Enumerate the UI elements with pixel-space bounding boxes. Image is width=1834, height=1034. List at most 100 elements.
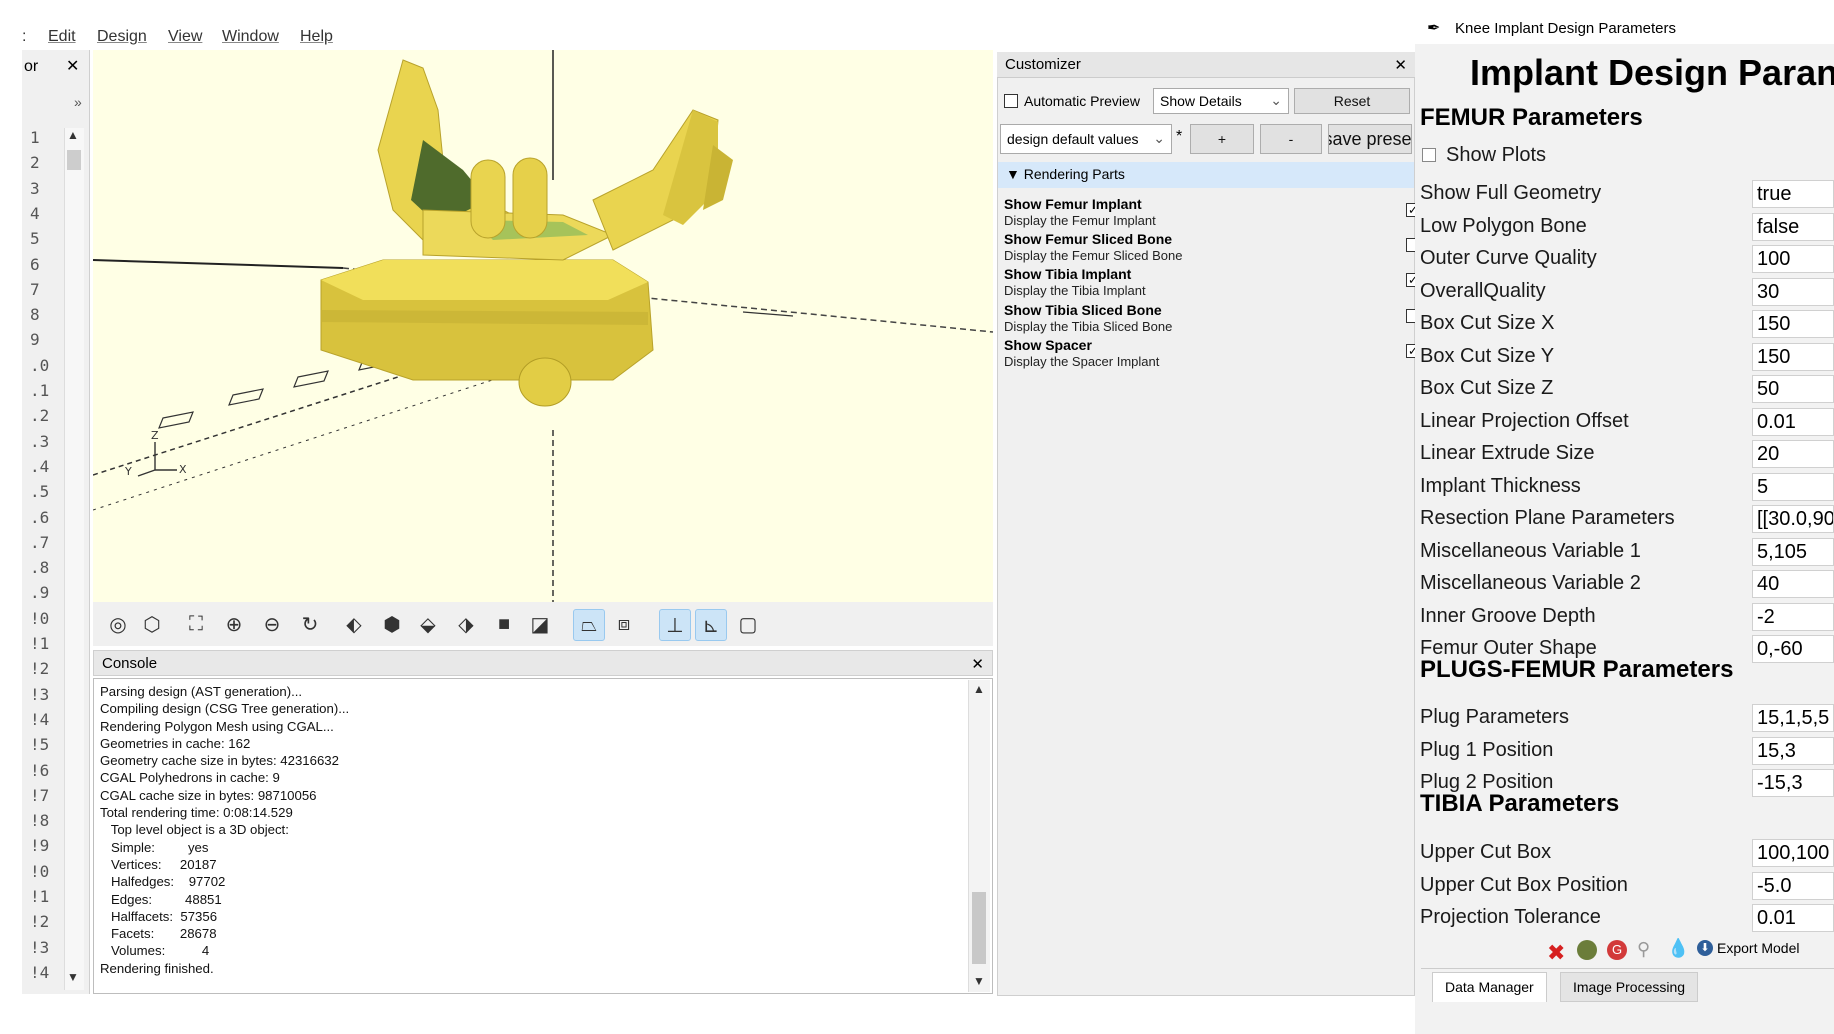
show-plots-label: Show Plots <box>1446 144 1547 166</box>
param-value-field[interactable]: 5,105 <box>1752 537 1834 566</box>
add-preset-button[interactable]: + <box>1190 124 1254 154</box>
param-label: Outer Curve Quality <box>1420 247 1597 269</box>
drop-icon[interactable]: 💧 <box>1667 938 1689 959</box>
save-preset-button[interactable]: save preset <box>1328 124 1412 154</box>
rendering-parts-group[interactable]: ▼ Rendering Parts <box>998 162 1414 188</box>
scroll-up-icon[interactable]: ▲ <box>67 128 81 142</box>
line-number: !2 <box>30 659 50 679</box>
search-icon[interactable]: ⚲ <box>1637 939 1650 960</box>
param-label: Upper Cut Box Position <box>1420 873 1628 896</box>
editor-collapse-icon[interactable]: » <box>74 94 82 110</box>
editor-scrollbar[interactable]: ▲ ▼ <box>64 128 84 990</box>
show-axes-icon[interactable]: ⊥ <box>659 609 691 641</box>
axis-label-x: X <box>179 463 187 476</box>
param-value-field[interactable]: 5 <box>1752 472 1834 501</box>
globe-icon[interactable] <box>1577 940 1597 960</box>
menu-window[interactable]: Window <box>222 28 279 46</box>
delete-icon[interactable]: ✖ <box>1547 940 1565 966</box>
console-close-icon[interactable]: ✕ <box>971 655 984 673</box>
render-icon[interactable]: ⬡ <box>137 609 167 639</box>
param-value-field[interactable]: 0.01 <box>1752 407 1834 436</box>
console-line: Geometry cache size in bytes: 42316632 <box>100 753 339 769</box>
show-details-select[interactable]: Show Details ⌄ <box>1153 88 1289 114</box>
option-title: Show Femur Sliced Bone <box>1004 231 1173 248</box>
param-label: Plug 1 Position <box>1420 738 1554 761</box>
x-axis-neg <box>93 259 344 269</box>
param-value-field[interactable]: 150 <box>1752 342 1834 371</box>
option-title: Show Spacer <box>1004 336 1092 353</box>
reset-button[interactable]: Reset <box>1294 88 1410 114</box>
show-plots-checkbox[interactable] <box>1422 148 1436 162</box>
3d-viewport[interactable]: Z Y X <box>93 50 993 602</box>
line-number: !4 <box>30 709 50 729</box>
line-number: .5 <box>30 482 50 502</box>
show-edges-icon[interactable]: ▢ <box>733 609 763 639</box>
parameters-titlebar: ✒ Knee Implant Design Parameters <box>1415 12 1834 44</box>
param-value-field[interactable]: -15,3 <box>1752 769 1834 797</box>
refresh-icon[interactable]: G <box>1607 940 1627 960</box>
view-right-icon[interactable]: ⬖ <box>339 609 369 639</box>
preset-select[interactable]: design default values ⌄ <box>1000 124 1172 154</box>
auto-preview-checkbox[interactable] <box>1004 94 1018 108</box>
param-value-field[interactable]: false <box>1752 212 1834 241</box>
menu-edit[interactable]: Edit <box>48 28 76 46</box>
menu-design[interactable]: Design <box>97 28 147 46</box>
perspective-icon[interactable]: ⏢ <box>573 609 605 641</box>
menu-view[interactable]: View <box>168 28 202 46</box>
orthogonal-icon[interactable]: ⧈ <box>609 609 639 639</box>
customizer-close-icon[interactable]: ✕ <box>1394 56 1407 74</box>
line-number: .6 <box>30 507 50 527</box>
tab-image-processing[interactable]: Image Processing <box>1560 972 1699 1002</box>
param-value-field[interactable]: 20 <box>1752 440 1834 468</box>
line-number: !6 <box>30 760 50 780</box>
view-all-icon[interactable]: ⛶ <box>181 609 211 639</box>
zoom-in-icon[interactable]: ⊕ <box>219 609 249 639</box>
scroll-down-icon[interactable]: ▼ <box>973 974 985 988</box>
editor-close-icon[interactable]: ✕ <box>66 56 79 76</box>
remove-preset-button[interactable]: - <box>1260 124 1322 154</box>
param-value-field[interactable]: -2 <box>1752 602 1834 631</box>
tab-data-manager[interactable]: Data Manager <box>1432 972 1547 1002</box>
param-value-field[interactable]: 15,3 <box>1752 736 1834 765</box>
view-bottom-icon[interactable]: ⬙ <box>413 609 443 639</box>
param-value-field[interactable]: 15,1,5,5 <box>1752 704 1834 732</box>
customizer-title: Customizer <box>1005 56 1081 73</box>
menu-file-fragment[interactable]: : <box>22 28 26 46</box>
scroll-down-icon[interactable]: ▼ <box>67 970 81 984</box>
param-value-field[interactable]: 50 <box>1752 375 1834 403</box>
param-value-field[interactable]: true <box>1752 180 1834 208</box>
preview-icon[interactable]: ◎ <box>103 609 133 639</box>
console-title: Console <box>102 655 158 672</box>
param-value-field[interactable]: 0,-60 <box>1752 635 1834 663</box>
preset-value: design default values <box>1007 131 1139 147</box>
line-number: !0 <box>30 608 50 628</box>
param-value-field[interactable]: 100 <box>1752 245 1834 273</box>
param-value-field[interactable]: 40 <box>1752 570 1834 598</box>
axis-indicator <box>137 442 177 477</box>
zoom-out-icon[interactable]: ⊖ <box>257 609 287 639</box>
reset-view-icon[interactable]: ↻ <box>295 609 325 639</box>
show-scale-icon[interactable]: ⊾ <box>695 609 727 641</box>
option-description: Display the Femur Implant <box>1004 213 1156 228</box>
customizer-panel <box>997 52 1415 996</box>
auto-preview-label: Automatic Preview <box>1024 93 1140 109</box>
param-value-field[interactable]: 0.01 <box>1752 904 1834 932</box>
view-left-icon[interactable]: ⬗ <box>451 609 481 639</box>
console-line: Vertices: 20187 <box>100 856 217 872</box>
view-front-icon[interactable]: ■ <box>489 609 519 639</box>
param-value-field[interactable]: 30 <box>1752 277 1834 306</box>
menu-help[interactable]: Help <box>300 28 333 46</box>
console-scrollbar[interactable]: ▲ ▼ <box>968 680 990 992</box>
export-model-button[interactable]: Export Model <box>1717 940 1799 956</box>
param-value-field[interactable]: 100,100 <box>1752 839 1834 867</box>
view-back-icon[interactable]: ◪ <box>525 609 555 639</box>
tibia-keel <box>518 357 572 407</box>
scroll-up-icon[interactable]: ▲ <box>973 682 985 696</box>
param-value-field[interactable]: [[30.0,90 <box>1752 505 1834 533</box>
scroll-thumb[interactable] <box>67 150 81 170</box>
scroll-thumb[interactable] <box>972 892 986 964</box>
femur-peg-1 <box>470 159 506 239</box>
param-value-field[interactable]: -5.0 <box>1752 871 1834 900</box>
view-top-icon[interactable]: ⬢ <box>377 609 407 639</box>
param-value-field[interactable]: 150 <box>1752 310 1834 338</box>
